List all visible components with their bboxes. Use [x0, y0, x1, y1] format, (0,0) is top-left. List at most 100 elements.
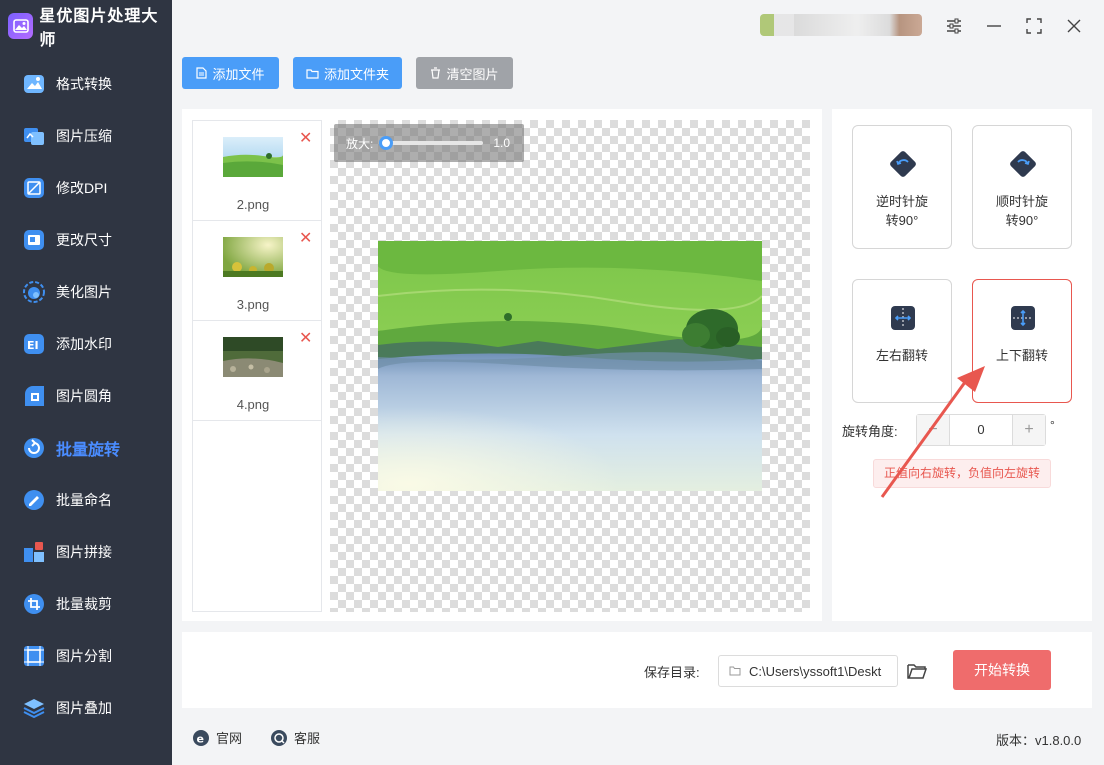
delete-file-icon[interactable]: ✕	[299, 231, 312, 247]
clear-images-button[interactable]: 清空图片	[416, 57, 513, 89]
app-title: 星优图片处理大师	[39, 8, 159, 49]
customer-service-label: 客服	[294, 731, 321, 746]
rotate-cw-line1: 顺时针旋	[995, 194, 1048, 209]
format-convert-icon	[22, 72, 46, 96]
sidebar-item-watermark[interactable]: EI 添加水印	[0, 318, 172, 370]
sidebar-item-label: 批量旋转	[56, 442, 121, 459]
operation-panel: 逆时针旋 转90° 顺时针旋 转90° 左右翻转 上下翻转 旋转角度: − 0 …	[832, 109, 1092, 621]
sidebar-item-label: 图片压缩	[56, 128, 112, 144]
zoom-slider-handle[interactable]	[379, 136, 394, 150]
flip-horizontal-icon	[891, 306, 915, 330]
zoom-value: 1.0	[493, 136, 511, 150]
zoom-control: 放大: 1.0	[334, 124, 524, 162]
rotation-angle-input[interactable]: 0	[949, 415, 1013, 445]
dpi-icon	[22, 176, 46, 200]
sidebar-item-label: 图片叠加	[56, 700, 112, 716]
ie-browser-icon: e	[192, 729, 210, 747]
sidebar-item-label: 美化图片	[56, 284, 112, 300]
save-directory-path: C:\Users\yssoft1\Deskt	[749, 663, 882, 679]
list-item[interactable]: ✕ 2.png	[193, 121, 321, 221]
save-directory-field[interactable]: C:\Users\yssoft1\Deskt	[718, 655, 898, 687]
file-name: 3.png	[236, 297, 270, 312]
rotate-right-icon	[1010, 151, 1036, 177]
sidebar-nav: 格式转换 图片压缩 修改DPI 更改尺寸 美化图片 EI 添加水印 图片圆角 批	[0, 58, 172, 734]
thumbnail-image	[223, 137, 283, 177]
split-icon	[22, 644, 46, 668]
settings-sliders-icon[interactable]	[942, 14, 966, 38]
sidebar-item-round-corner[interactable]: 图片圆角	[0, 370, 172, 422]
sidebar-item-dpi[interactable]: 修改DPI	[0, 162, 172, 214]
decrement-button[interactable]: −	[917, 415, 949, 445]
degree-unit: °	[1050, 418, 1055, 432]
delete-file-icon[interactable]: ✕	[299, 331, 312, 347]
sidebar-item-resize[interactable]: 更改尺寸	[0, 214, 172, 266]
folder-icon	[306, 68, 319, 79]
sidebar-item-label: 更改尺寸	[56, 232, 112, 248]
official-website-label: 官网	[216, 731, 243, 746]
rotate-cw-label: 顺时针旋 转90°	[973, 192, 1071, 230]
round-corner-icon	[22, 384, 46, 408]
minimize-icon[interactable]	[982, 14, 1006, 38]
rotation-hint: 正值向右旋转，负值向左旋转	[873, 459, 1051, 488]
chat-bubble-icon	[270, 729, 288, 747]
close-icon[interactable]	[1062, 14, 1086, 38]
watermark-icon: EI	[22, 332, 46, 356]
sidebar-item-compress[interactable]: 图片压缩	[0, 110, 172, 162]
overlay-icon	[22, 696, 46, 720]
svg-text:e: e	[197, 732, 204, 745]
file-name: 2.png	[236, 197, 270, 212]
customer-service-link[interactable]: 客服	[270, 728, 320, 747]
list-item[interactable]: ✕ 3.png	[193, 221, 321, 321]
flip-vertical-button[interactable]: 上下翻转	[972, 279, 1072, 403]
app-logo-icon	[8, 13, 34, 39]
rotation-angle-label: 旋转角度:	[842, 424, 898, 439]
sidebar-item-batch-crop[interactable]: 批量裁剪	[0, 578, 172, 630]
folder-icon	[729, 666, 741, 676]
delete-file-icon[interactable]: ✕	[299, 131, 312, 147]
flip-horizontal-button[interactable]: 左右翻转	[852, 279, 952, 403]
rotate-cw-line2: 转90°	[1005, 213, 1039, 228]
official-website-link[interactable]: e 官网	[192, 728, 242, 747]
sidebar-item-stitch[interactable]: 图片拼接	[0, 526, 172, 578]
user-account-avatar[interactable]	[760, 14, 922, 36]
add-folder-label: 添加文件夹	[323, 66, 389, 82]
flip-horizontal-label: 左右翻转	[875, 348, 928, 363]
main-panel: ✕ 2.png ✕ 3.png ✕ 4.png 放大: 1.0	[182, 109, 822, 621]
maximize-icon[interactable]	[1022, 14, 1046, 38]
rotate-cw-90-button[interactable]: 顺时针旋 转90°	[972, 125, 1072, 249]
list-item[interactable]: ✕ 4.png	[193, 321, 321, 421]
sidebar-item-overlay[interactable]: 图片叠加	[0, 682, 172, 734]
rename-icon	[22, 488, 46, 512]
browse-folder-icon[interactable]	[906, 660, 928, 682]
footer: e 官网 客服 版本：v1.8.0.0	[172, 712, 1104, 765]
version-text: 版本：v1.8.0.0	[996, 733, 1082, 748]
start-convert-button[interactable]: 开始转换	[953, 650, 1051, 690]
sidebar-item-beautify[interactable]: 美化图片	[0, 266, 172, 318]
clear-images-label: 清空图片	[446, 66, 499, 82]
sidebar-item-label: 格式转换	[56, 76, 112, 92]
sidebar-item-label: 添加水印	[56, 336, 112, 352]
rotate-icon	[22, 436, 46, 460]
sidebar-item-batch-rotate[interactable]: 批量旋转	[0, 422, 172, 474]
resize-icon	[22, 228, 46, 252]
rotate-left-icon	[890, 151, 916, 177]
rotate-ccw-90-button[interactable]: 逆时针旋 转90°	[852, 125, 952, 249]
file-list: ✕ 2.png ✕ 3.png ✕ 4.png	[192, 120, 322, 612]
sidebar-item-label: 批量命名	[56, 492, 112, 508]
sidebar-item-format-convert[interactable]: 格式转换	[0, 58, 172, 110]
thumbnail-image	[223, 237, 283, 277]
increment-button[interactable]: +	[1013, 415, 1045, 445]
add-file-button[interactable]: 添加文件	[182, 57, 279, 89]
add-file-label: 添加文件	[212, 66, 265, 82]
sidebar-item-batch-rename[interactable]: 批量命名	[0, 474, 172, 526]
sidebar-item-split[interactable]: 图片分割	[0, 630, 172, 682]
add-folder-button[interactable]: 添加文件夹	[293, 57, 402, 89]
rotate-ccw-label: 逆时针旋 转90°	[853, 192, 951, 230]
flip-vertical-label: 上下翻转	[995, 348, 1048, 363]
crop-icon	[22, 592, 46, 616]
rotation-angle-stepper: − 0 +	[916, 414, 1046, 446]
zoom-label: 放大:	[346, 136, 374, 151]
rotate-ccw-line1: 逆时针旋	[875, 194, 928, 209]
zoom-slider[interactable]	[379, 136, 484, 150]
sidebar: 星优图片处理大师 格式转换 图片压缩 修改DPI 更改尺寸 美化图片 EI 添加…	[0, 0, 172, 765]
